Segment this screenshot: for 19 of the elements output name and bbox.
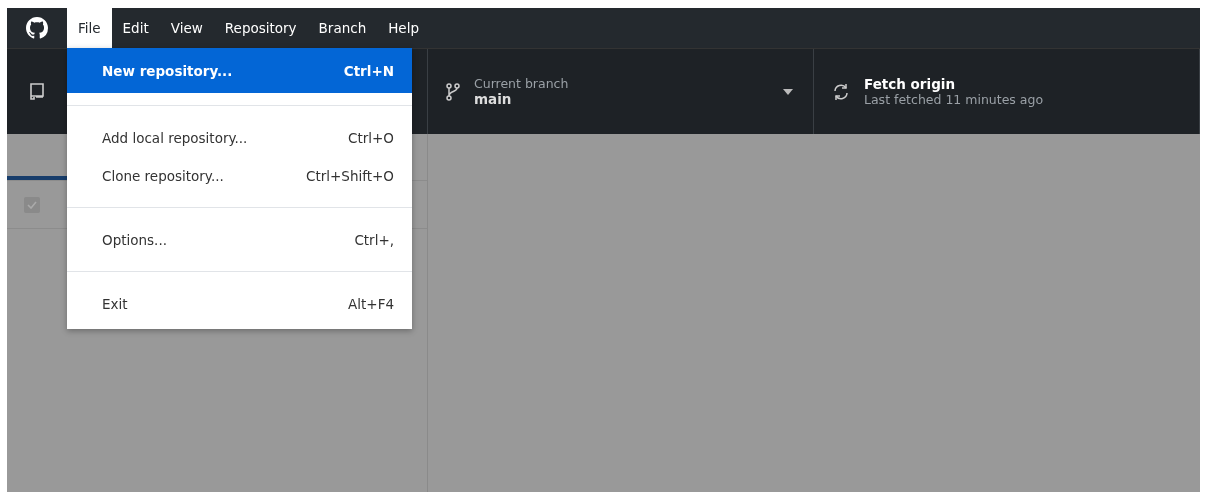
menu-item[interactable]: View	[159, 8, 214, 48]
menu-item[interactable]: Add local repository... Ctrl+O	[67, 119, 412, 157]
branch-icon	[446, 82, 460, 101]
menu-item[interactable]: Options... Ctrl+,	[67, 221, 412, 259]
menu-item[interactable]: Edit	[111, 8, 160, 48]
repository-icon	[30, 82, 44, 101]
select-all-checkbox[interactable]	[24, 196, 40, 213]
tab-underline	[7, 176, 67, 180]
menu-item[interactable]: Help	[377, 8, 430, 48]
menu-item[interactable]: File	[67, 8, 112, 48]
menu-item[interactable]: Branch	[307, 8, 378, 48]
sync-icon	[832, 82, 850, 101]
checkmark-icon	[27, 200, 37, 209]
menu-item[interactable]: Exit Alt+F4	[67, 285, 412, 323]
menu-item[interactable]: Repository	[213, 8, 308, 48]
menu-item[interactable]: New repository... Ctrl+N	[67, 48, 412, 93]
menu-item[interactable]: Clone repository... Ctrl+Shift+O	[67, 157, 412, 195]
caret-icon	[783, 88, 793, 95]
github-logo-icon	[26, 17, 48, 39]
